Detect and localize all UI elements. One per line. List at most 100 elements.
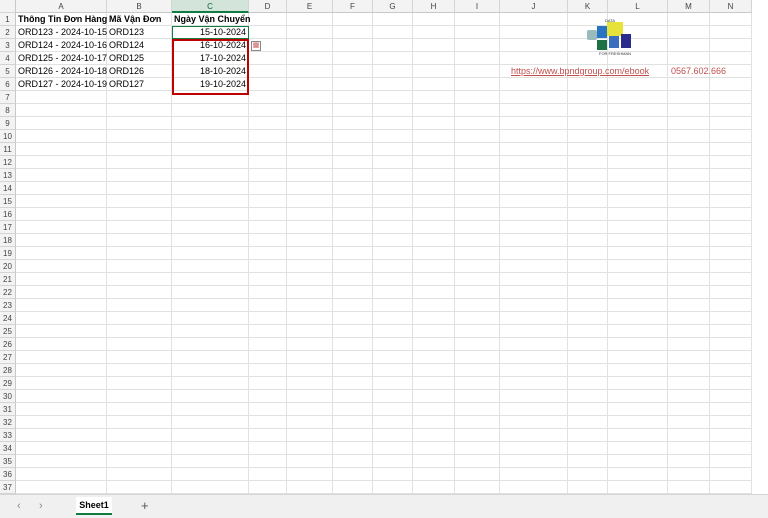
cell-E30[interactable] xyxy=(287,390,333,403)
cell-A23[interactable] xyxy=(16,299,107,312)
cell-L26[interactable] xyxy=(608,338,668,351)
cell-B25[interactable] xyxy=(107,325,172,338)
cell-C13[interactable] xyxy=(172,169,249,182)
row-header[interactable]: 31 xyxy=(0,403,16,416)
cell-G5[interactable] xyxy=(373,65,413,78)
cell-B13[interactable] xyxy=(107,169,172,182)
cell-F16[interactable] xyxy=(333,208,373,221)
cell-A31[interactable] xyxy=(16,403,107,416)
cell-E8[interactable] xyxy=(287,104,333,117)
cell-K31[interactable] xyxy=(568,403,608,416)
cell-C36[interactable] xyxy=(172,468,249,481)
cell-M2[interactable] xyxy=(668,26,710,39)
cell-K6[interactable] xyxy=(568,78,608,91)
cell-A4[interactable]: ORD125 - 2024-10-17 xyxy=(16,52,107,65)
cell-N25[interactable] xyxy=(710,325,752,338)
cell-G7[interactable] xyxy=(373,91,413,104)
cell-F35[interactable] xyxy=(333,455,373,468)
cell-E15[interactable] xyxy=(287,195,333,208)
cell-M29[interactable] xyxy=(668,377,710,390)
cell-M33[interactable] xyxy=(668,429,710,442)
cell-G15[interactable] xyxy=(373,195,413,208)
cell-L9[interactable] xyxy=(608,117,668,130)
cell-B37[interactable] xyxy=(107,481,172,494)
cell-D37[interactable] xyxy=(249,481,287,494)
cell-H27[interactable] xyxy=(413,351,455,364)
cell-N13[interactable] xyxy=(710,169,752,182)
cell-K32[interactable] xyxy=(568,416,608,429)
cell-F7[interactable] xyxy=(333,91,373,104)
row-header[interactable]: 19 xyxy=(0,247,16,260)
cell-M27[interactable] xyxy=(668,351,710,364)
cell-A32[interactable] xyxy=(16,416,107,429)
cell-J25[interactable] xyxy=(500,325,568,338)
cell-I9[interactable] xyxy=(455,117,500,130)
cell-J32[interactable] xyxy=(500,416,568,429)
row-header[interactable]: 1 xyxy=(0,13,16,26)
cell-K27[interactable] xyxy=(568,351,608,364)
cell-F33[interactable] xyxy=(333,429,373,442)
cell-D27[interactable] xyxy=(249,351,287,364)
cell-A29[interactable] xyxy=(16,377,107,390)
cell-E14[interactable] xyxy=(287,182,333,195)
cell-J34[interactable] xyxy=(500,442,568,455)
cell-M17[interactable] xyxy=(668,221,710,234)
cell-M14[interactable] xyxy=(668,182,710,195)
cell-K23[interactable] xyxy=(568,299,608,312)
cell-H18[interactable] xyxy=(413,234,455,247)
cell-H22[interactable] xyxy=(413,286,455,299)
cell-I33[interactable] xyxy=(455,429,500,442)
cell-J22[interactable] xyxy=(500,286,568,299)
cell-B19[interactable] xyxy=(107,247,172,260)
cell-K29[interactable] xyxy=(568,377,608,390)
cell-N31[interactable] xyxy=(710,403,752,416)
column-header-K[interactable]: K xyxy=(568,0,608,13)
cell-A28[interactable] xyxy=(16,364,107,377)
cell-K24[interactable] xyxy=(568,312,608,325)
cell-B29[interactable] xyxy=(107,377,172,390)
cell-G17[interactable] xyxy=(373,221,413,234)
cell-M28[interactable] xyxy=(668,364,710,377)
row-header[interactable]: 12 xyxy=(0,156,16,169)
cell-L20[interactable] xyxy=(608,260,668,273)
cell-K12[interactable] xyxy=(568,156,608,169)
cell-K17[interactable] xyxy=(568,221,608,234)
cell-M34[interactable] xyxy=(668,442,710,455)
cell-H25[interactable] xyxy=(413,325,455,338)
cell-I6[interactable] xyxy=(455,78,500,91)
cell-K8[interactable] xyxy=(568,104,608,117)
cell-B14[interactable] xyxy=(107,182,172,195)
cell-B33[interactable] xyxy=(107,429,172,442)
cell-D19[interactable] xyxy=(249,247,287,260)
cell-G23[interactable] xyxy=(373,299,413,312)
cell-J31[interactable] xyxy=(500,403,568,416)
cell-H31[interactable] xyxy=(413,403,455,416)
cell-H23[interactable] xyxy=(413,299,455,312)
cell-H30[interactable] xyxy=(413,390,455,403)
cell-F27[interactable] xyxy=(333,351,373,364)
cell-D24[interactable] xyxy=(249,312,287,325)
cell-I15[interactable] xyxy=(455,195,500,208)
cell-G10[interactable] xyxy=(373,130,413,143)
cell-M3[interactable] xyxy=(668,39,710,52)
cell-L37[interactable] xyxy=(608,481,668,494)
cell-F9[interactable] xyxy=(333,117,373,130)
cell-M18[interactable] xyxy=(668,234,710,247)
cell-H12[interactable] xyxy=(413,156,455,169)
column-header-H[interactable]: H xyxy=(413,0,455,13)
cell-M11[interactable] xyxy=(668,143,710,156)
cell-I23[interactable] xyxy=(455,299,500,312)
cell-A5[interactable]: ORD126 - 2024-10-18 xyxy=(16,65,107,78)
cell-G14[interactable] xyxy=(373,182,413,195)
cell-L30[interactable] xyxy=(608,390,668,403)
cell-L17[interactable] xyxy=(608,221,668,234)
cell-H33[interactable] xyxy=(413,429,455,442)
cell-C31[interactable] xyxy=(172,403,249,416)
cell-G22[interactable] xyxy=(373,286,413,299)
column-header-G[interactable]: G xyxy=(373,0,413,13)
cell-D28[interactable] xyxy=(249,364,287,377)
cell-A10[interactable] xyxy=(16,130,107,143)
row-header[interactable]: 3 xyxy=(0,39,16,52)
row-header[interactable]: 32 xyxy=(0,416,16,429)
cell-I26[interactable] xyxy=(455,338,500,351)
